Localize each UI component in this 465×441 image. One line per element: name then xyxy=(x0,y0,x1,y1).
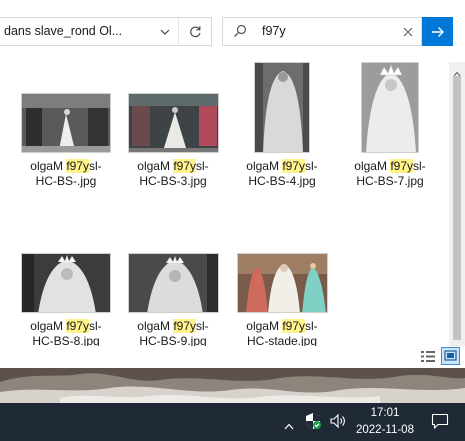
chevron-down-icon[interactable] xyxy=(154,18,176,45)
file-thumbnail xyxy=(128,93,219,153)
refresh-icon[interactable] xyxy=(178,18,211,45)
file-thumbnail xyxy=(21,253,111,313)
search-box[interactable]: f97y xyxy=(222,17,422,46)
search-icon xyxy=(233,24,247,43)
explorer-toolbar: dans slave_rond Ol... f97y xyxy=(0,0,465,62)
scrollbar-thumb[interactable] xyxy=(453,76,461,340)
search-input[interactable]: f97y xyxy=(262,24,286,38)
file-thumbnail xyxy=(254,62,310,153)
taskbar: 17:01 2022-11-08 xyxy=(0,403,465,441)
large-icons-view-icon[interactable] xyxy=(441,347,460,365)
notification-icon[interactable] xyxy=(431,413,449,435)
address-bar[interactable]: dans slave_rond Ol... xyxy=(0,17,212,46)
file-thumbnail xyxy=(361,62,419,153)
file-name[interactable]: olgaM f97ysl- HC-BS-7.jpg xyxy=(335,159,445,189)
file-name[interactable]: olgaM f97ysl- HC-BS-4.jpg xyxy=(227,159,337,189)
file-thumbnail xyxy=(21,93,111,153)
clock-time[interactable]: 17:01 xyxy=(364,407,406,419)
file-name[interactable]: olgaM f97ysl- HC-BS-3.jpg xyxy=(118,159,228,189)
file-name[interactable]: olgaM f97ysl- HC-BS-9.jpg xyxy=(118,319,228,348)
file-name[interactable]: olgaM f97ysl- HC-stade.jpg xyxy=(227,319,337,348)
file-list: olgaM f97ysl- HC-BS-.jpg olgaM f97ysl- H… xyxy=(0,62,449,348)
close-icon[interactable] xyxy=(399,22,417,41)
volume-icon[interactable] xyxy=(329,413,347,434)
file-name[interactable]: olgaM f97ysl- HC-BS-8.jpg xyxy=(11,319,121,348)
details-view-icon[interactable] xyxy=(420,349,436,364)
vertical-scrollbar[interactable] xyxy=(449,62,465,351)
chevron-up-icon[interactable] xyxy=(284,417,294,435)
address-path[interactable]: dans slave_rond Ol... xyxy=(4,24,122,38)
desktop-wallpaper xyxy=(0,368,465,403)
file-name[interactable]: olgaM f97ysl- HC-BS-.jpg xyxy=(11,159,121,189)
file-thumbnail xyxy=(128,253,219,313)
file-thumbnail xyxy=(237,253,328,313)
arrow-right-icon[interactable] xyxy=(422,17,453,46)
security-shield-icon[interactable] xyxy=(305,412,321,435)
status-bar xyxy=(0,346,465,368)
clock-date[interactable]: 2022-11-08 xyxy=(353,424,417,436)
